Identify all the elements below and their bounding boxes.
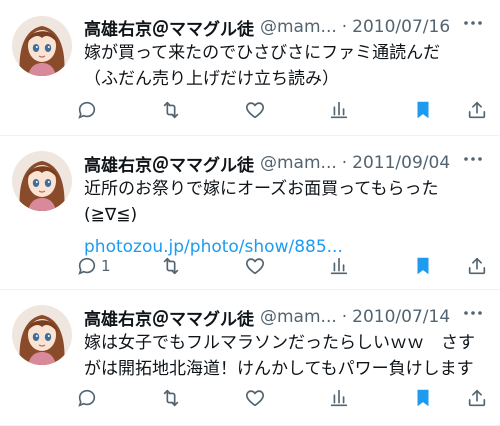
share-button[interactable] bbox=[466, 252, 488, 280]
bookmark-button[interactable] bbox=[412, 384, 434, 412]
bookmark-icon bbox=[417, 389, 429, 407]
tweet-header: 高雄右京＠ママグル徒 @mam... · 2010/07/16 bbox=[84, 15, 450, 40]
like-button[interactable] bbox=[244, 96, 266, 124]
tweet[interactable]: 高雄右京＠ママグル徒 @mam... · 2011/09/04 近所のお祭りで嫁… bbox=[0, 136, 500, 290]
retweet-icon bbox=[163, 101, 179, 119]
tweet-text-line: （ふだん売り上げだけ立ち読み） bbox=[84, 69, 339, 89]
tweet-text-line: (≧∇≦) bbox=[84, 205, 138, 225]
more-options-icon[interactable] bbox=[462, 12, 484, 34]
reply-icon bbox=[78, 257, 96, 275]
reply-icon bbox=[78, 389, 96, 407]
header-separator: · bbox=[341, 153, 348, 173]
tweet-header: 高雄右京＠ママグル徒 @mam... · 2010/07/14 bbox=[84, 305, 450, 330]
share-button[interactable] bbox=[466, 384, 488, 412]
bookmark-button[interactable] bbox=[412, 96, 434, 124]
more-options-icon[interactable] bbox=[462, 302, 484, 324]
reply-button[interactable] bbox=[76, 96, 98, 124]
reply-icon bbox=[78, 101, 96, 119]
tweet-text-line: 嫁は女子でもフルマラソンだったらしいｗｗ さす bbox=[84, 333, 475, 353]
views-icon bbox=[330, 257, 348, 275]
avatar-image bbox=[12, 305, 72, 365]
header-separator: · bbox=[341, 307, 348, 327]
retweet-button[interactable] bbox=[160, 252, 182, 280]
tweet-text: 嫁は女子でもフルマラソンだったらしいｗｗ さす がは開拓地北海道！けんかしてもパ… bbox=[84, 330, 488, 382]
display-name[interactable]: 高雄右京＠ママグル徒 bbox=[84, 151, 254, 176]
retweet-icon bbox=[163, 389, 179, 407]
like-icon bbox=[246, 258, 264, 275]
views-button[interactable] bbox=[328, 96, 350, 124]
action-bar: 1 bbox=[76, 252, 488, 280]
like-button[interactable] bbox=[244, 252, 266, 280]
action-bar bbox=[76, 96, 488, 124]
avatar-image bbox=[12, 151, 72, 211]
more-options-icon[interactable] bbox=[462, 148, 484, 170]
retweet-button[interactable] bbox=[160, 96, 182, 124]
avatar[interactable] bbox=[12, 16, 72, 76]
display-name[interactable]: 高雄右京＠ママグル徒 bbox=[84, 15, 254, 40]
header-separator: · bbox=[341, 17, 348, 37]
timeline: 高雄右京＠ママグル徒 @mam... · 2010/07/16 嫁が買って来たの… bbox=[0, 0, 500, 426]
share-icon bbox=[468, 389, 486, 407]
retweet-icon bbox=[163, 257, 179, 275]
user-handle[interactable]: @mam... bbox=[260, 17, 337, 37]
bookmark-button[interactable] bbox=[412, 252, 434, 280]
reply-button[interactable]: 1 bbox=[76, 252, 111, 280]
views-icon bbox=[330, 101, 348, 119]
user-handle[interactable]: @mam... bbox=[260, 153, 337, 173]
reply-count: 1 bbox=[101, 257, 111, 275]
tweet-header: 高雄右京＠ママグル徒 @mam... · 2011/09/04 bbox=[84, 151, 450, 176]
display-name[interactable]: 高雄右京＠ママグル徒 bbox=[84, 305, 254, 330]
reply-button[interactable] bbox=[76, 384, 98, 412]
tweet-text: 近所のお祭りで嫁にオーズお面買ってもらった (≧∇≦) photozou.jp/… bbox=[84, 176, 488, 260]
tweet-text: 嫁が買って来たのでひさびさにファミ通読んだ （ふだん売り上げだけ立ち読み） bbox=[84, 40, 488, 92]
views-icon bbox=[330, 389, 348, 407]
avatar[interactable] bbox=[12, 305, 72, 365]
tweet-text-line: がは開拓地北海道！けんかしてもパワー負けします bbox=[84, 359, 474, 379]
tweet-text-line: 近所のお祭りで嫁にオーズお面買ってもらった bbox=[84, 179, 439, 199]
share-icon bbox=[468, 101, 486, 119]
tweet-text-line: 嫁が買って来たのでひさびさにファミ通読んだ bbox=[84, 43, 441, 63]
bookmark-icon bbox=[417, 257, 429, 275]
tweet-date[interactable]: 2010/07/16 bbox=[352, 17, 450, 37]
tweet[interactable]: 高雄右京＠ママグル徒 @mam... · 2010/07/16 嫁が買って来たの… bbox=[0, 0, 500, 136]
share-button[interactable] bbox=[466, 96, 488, 124]
tweet-date[interactable]: 2010/07/14 bbox=[352, 307, 450, 327]
like-button[interactable] bbox=[244, 384, 266, 412]
action-bar bbox=[76, 384, 488, 412]
tweet-date[interactable]: 2011/09/04 bbox=[352, 153, 450, 173]
user-handle[interactable]: @mam... bbox=[260, 307, 337, 327]
avatar[interactable] bbox=[12, 151, 72, 211]
tweet[interactable]: 高雄右京＠ママグル徒 @mam... · 2010/07/14 嫁は女子でもフル… bbox=[0, 290, 500, 426]
like-icon bbox=[246, 102, 264, 119]
like-icon bbox=[246, 390, 264, 407]
retweet-button[interactable] bbox=[160, 384, 182, 412]
share-icon bbox=[468, 257, 486, 275]
views-button[interactable] bbox=[328, 252, 350, 280]
views-button[interactable] bbox=[328, 384, 350, 412]
bookmark-icon bbox=[417, 101, 429, 119]
avatar-image bbox=[12, 16, 72, 76]
